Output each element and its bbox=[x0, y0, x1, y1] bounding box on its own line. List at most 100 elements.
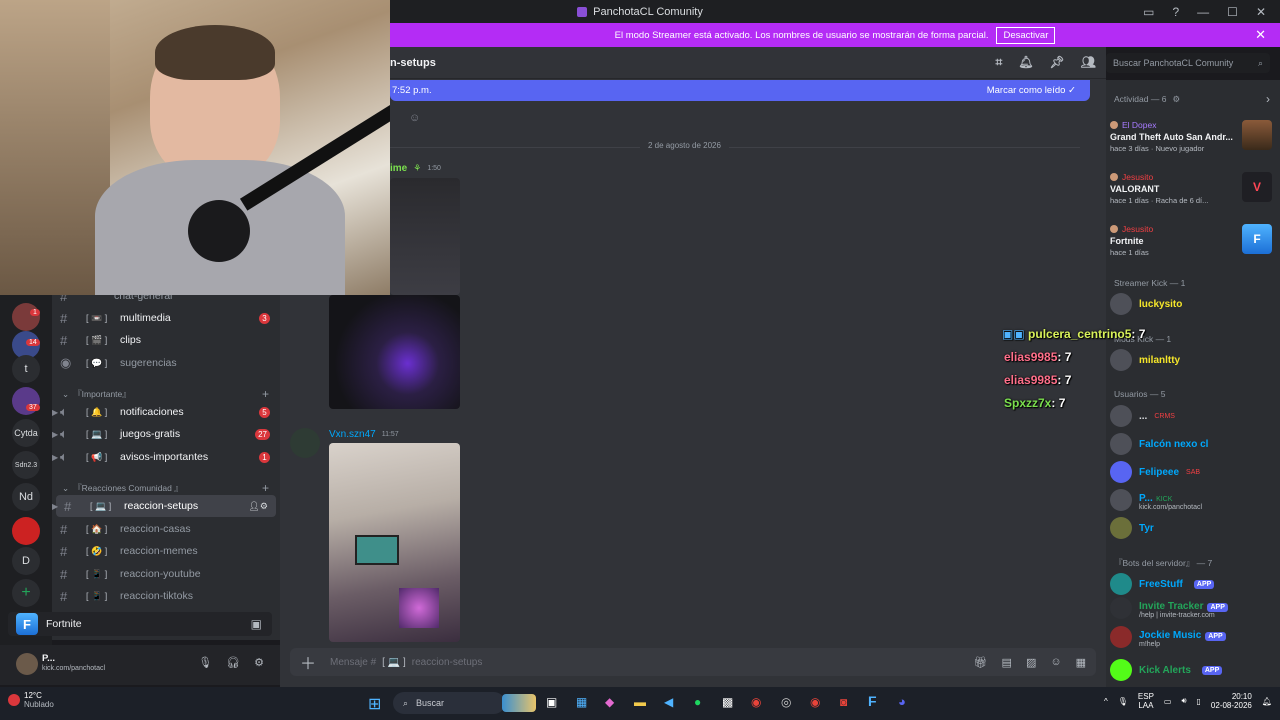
server-icon[interactable]: Nd bbox=[12, 483, 40, 511]
channel-item[interactable]: # chat-general bbox=[52, 295, 280, 307]
close-banner-icon[interactable]: ✕ bbox=[1255, 27, 1266, 43]
server-icon[interactable]: t bbox=[12, 355, 40, 383]
disable-streamer-button[interactable]: Desactivar bbox=[996, 26, 1056, 44]
channel-item[interactable]: #[ 🤣 ] reaccion-memes bbox=[52, 540, 280, 562]
vscode-icon[interactable]: ◀ bbox=[664, 695, 673, 709]
activity-card[interactable]: El Dopex Grand Theft Auto San Andr... ha… bbox=[1110, 120, 1276, 153]
battery-icon[interactable]: ▯ bbox=[1197, 697, 1201, 706]
notifications-icon[interactable]: 🔔︎ bbox=[1262, 697, 1272, 706]
reaction-icon[interactable]: ☺ bbox=[409, 112, 420, 124]
member-item[interactable]: ... CRMS bbox=[1110, 404, 1278, 428]
new-messages-banner[interactable]: 7:52 p.m. Marcar como leído ✓ bbox=[390, 80, 1090, 101]
channel-item[interactable]: ▶ 🔈︎[ 💻 ] juegos-gratis 27 bbox=[52, 423, 280, 445]
minimize-button[interactable]: — bbox=[1197, 5, 1209, 19]
member-item[interactable]: Jockie Music APP m!help bbox=[1110, 625, 1278, 649]
member-item[interactable]: P... KICK kick.com/panchotacl bbox=[1110, 488, 1278, 512]
discord-icon[interactable]: ◕ bbox=[898, 694, 906, 709]
server-icon[interactable] bbox=[12, 517, 40, 545]
windows-start-icon[interactable]: ⊞ bbox=[368, 694, 381, 714]
message-composer[interactable]: ＋ Mensaje # [ 💻 ] reaccion-setups 🎁︎ ▤ ▨… bbox=[290, 648, 1096, 676]
member-item[interactable]: Felipeee SAB bbox=[1110, 460, 1278, 484]
apps-icon[interactable]: ▦ bbox=[1076, 656, 1086, 669]
microphone-icon[interactable]: 🎙︎ bbox=[198, 656, 212, 669]
app-icon[interactable]: ▩ bbox=[722, 695, 733, 709]
store-icon[interactable]: ▦ bbox=[576, 695, 587, 709]
message-author[interactable]: ime bbox=[390, 163, 407, 174]
network-icon[interactable]: ▭ bbox=[1164, 697, 1172, 706]
copilot-icon[interactable]: ◆ bbox=[605, 695, 614, 709]
opera-icon[interactable]: ◙ bbox=[840, 695, 847, 709]
now-playing-bar[interactable]: F Fortnite ▣ bbox=[8, 612, 272, 636]
obs-icon[interactable]: ◎ bbox=[781, 695, 791, 709]
channel-item[interactable]: #[ 📱 ] reaccion-youtube bbox=[52, 563, 280, 585]
close-window-button[interactable]: ✕ bbox=[1256, 5, 1266, 19]
fortnite-taskbar-icon[interactable]: F bbox=[868, 693, 877, 709]
threads-icon[interactable]: ⌗ bbox=[996, 55, 1003, 70]
server-icon[interactable]: D bbox=[12, 547, 40, 575]
member-item[interactable]: milanltty bbox=[1110, 348, 1278, 372]
add-attachment-icon[interactable]: ＋ bbox=[300, 650, 316, 674]
task-view-icon[interactable]: ▣ bbox=[546, 695, 557, 709]
channel-item[interactable]: #[ 🎬 ] clips bbox=[52, 329, 280, 351]
member-item[interactable]: luckysito bbox=[1110, 292, 1278, 316]
bell-icon[interactable]: 🔔︎ bbox=[1018, 55, 1033, 70]
message-image[interactable] bbox=[390, 178, 460, 295]
chrome-profile-icon[interactable]: ◉ bbox=[810, 695, 820, 709]
members-icon[interactable]: 👥︎ bbox=[1081, 55, 1096, 70]
clock[interactable]: 20:10 02-08-2026 bbox=[1211, 692, 1252, 710]
channel-item[interactable]: ▶ 🔈︎[ 📢 ] avisos-importantes 1 bbox=[52, 446, 280, 468]
help-icon[interactable]: ? bbox=[1172, 5, 1179, 19]
add-server-icon[interactable]: + bbox=[12, 579, 40, 607]
server-icon[interactable]: Cytda bbox=[12, 419, 40, 447]
add-channel-icon[interactable]: + bbox=[262, 481, 269, 495]
member-item[interactable]: Tyr bbox=[1110, 516, 1278, 540]
add-channel-icon[interactable]: + bbox=[262, 387, 269, 401]
folder-icon[interactable]: ▬ bbox=[634, 695, 646, 709]
headphones-icon[interactable]: 🎧︎ bbox=[226, 656, 240, 669]
avatar[interactable] bbox=[16, 653, 38, 675]
avatar[interactable] bbox=[290, 428, 320, 458]
stream-icon[interactable]: ▣ bbox=[251, 617, 262, 631]
activity-card[interactable]: Jesusito Fortnite hace 1 días F bbox=[1110, 224, 1276, 257]
sticker-icon[interactable]: ▨ bbox=[1026, 656, 1036, 669]
channel-item[interactable]: ◉[ 💬 ] sugerencias bbox=[52, 352, 280, 374]
language-indicator[interactable]: ESP LAA bbox=[1138, 692, 1154, 710]
server-icon[interactable] bbox=[12, 303, 40, 331]
volume-icon[interactable]: 🔊︎ bbox=[1181, 696, 1186, 706]
mark-as-read-button[interactable]: Marcar como leído ✓ bbox=[987, 85, 1076, 96]
channel-item[interactable]: #[ 🏠 ] reaccion-casas bbox=[52, 518, 280, 540]
weather-widget[interactable]: 12°C Nublado bbox=[8, 691, 54, 709]
mic-tray-icon[interactable]: 🎙︎ bbox=[1118, 697, 1128, 706]
message-image[interactable] bbox=[329, 443, 460, 642]
spotify-icon[interactable]: ● bbox=[694, 695, 701, 709]
inbox-icon[interactable]: ▭ bbox=[1143, 5, 1154, 19]
activity-card[interactable]: Jesusito VALORANT hace 1 días · Racha de… bbox=[1110, 172, 1276, 205]
channel-item[interactable]: #[ 📼 ] multimedia 3 bbox=[52, 307, 280, 329]
taskbar-search[interactable]: ⌕ Buscar bbox=[393, 692, 505, 714]
gift-icon[interactable]: 🎁︎ bbox=[974, 656, 988, 669]
member-item[interactable]: FreeStuff APP bbox=[1110, 572, 1278, 596]
gear-icon[interactable]: ⚙ bbox=[1172, 94, 1180, 105]
category-header[interactable]: ⌄ 『Reacciones Comunidad 』 + bbox=[62, 481, 269, 495]
chevron-up-icon[interactable]: ^ bbox=[1104, 697, 1108, 706]
search-input[interactable]: Buscar PanchotaCL Comunity ⌕ bbox=[1106, 53, 1270, 73]
chrome-icon[interactable]: ◉ bbox=[751, 695, 761, 709]
gif-icon[interactable]: ▤ bbox=[1002, 656, 1012, 669]
category-header[interactable]: ⌄ 『Importante』 + bbox=[62, 387, 269, 401]
maximize-button[interactable]: ☐ bbox=[1227, 5, 1238, 19]
chevron-right-icon[interactable]: › bbox=[1266, 92, 1270, 106]
message-author[interactable]: Vxn.szn47 bbox=[329, 429, 376, 440]
channel-item-active[interactable]: ▶ #[ 💻 ] reaccion-setups 👤︎⚙ bbox=[52, 495, 276, 517]
settings-icon[interactable]: 👤︎⚙ bbox=[249, 501, 269, 512]
server-icon[interactable]: Sdn2.3 bbox=[12, 451, 40, 479]
channel-item[interactable]: ▶ 🔈︎[ 🔔 ] notificaciones 5 bbox=[52, 401, 280, 423]
widget-icon[interactable] bbox=[502, 694, 536, 712]
gear-icon[interactable]: ⚙ bbox=[254, 656, 264, 669]
member-item[interactable]: Invite Tracker APP/help | invite-tracker.… bbox=[1110, 596, 1278, 620]
member-item[interactable]: Falcón nexo cl bbox=[1110, 432, 1278, 456]
pin-icon[interactable]: 📌︎ bbox=[1050, 55, 1065, 70]
message-image[interactable] bbox=[329, 295, 460, 409]
channel-item[interactable]: #[ 📱 ] reaccion-tiktoks bbox=[52, 585, 280, 607]
emoji-icon[interactable]: ☺ bbox=[1050, 656, 1061, 669]
member-item[interactable]: Kick Alerts APP bbox=[1110, 658, 1278, 682]
